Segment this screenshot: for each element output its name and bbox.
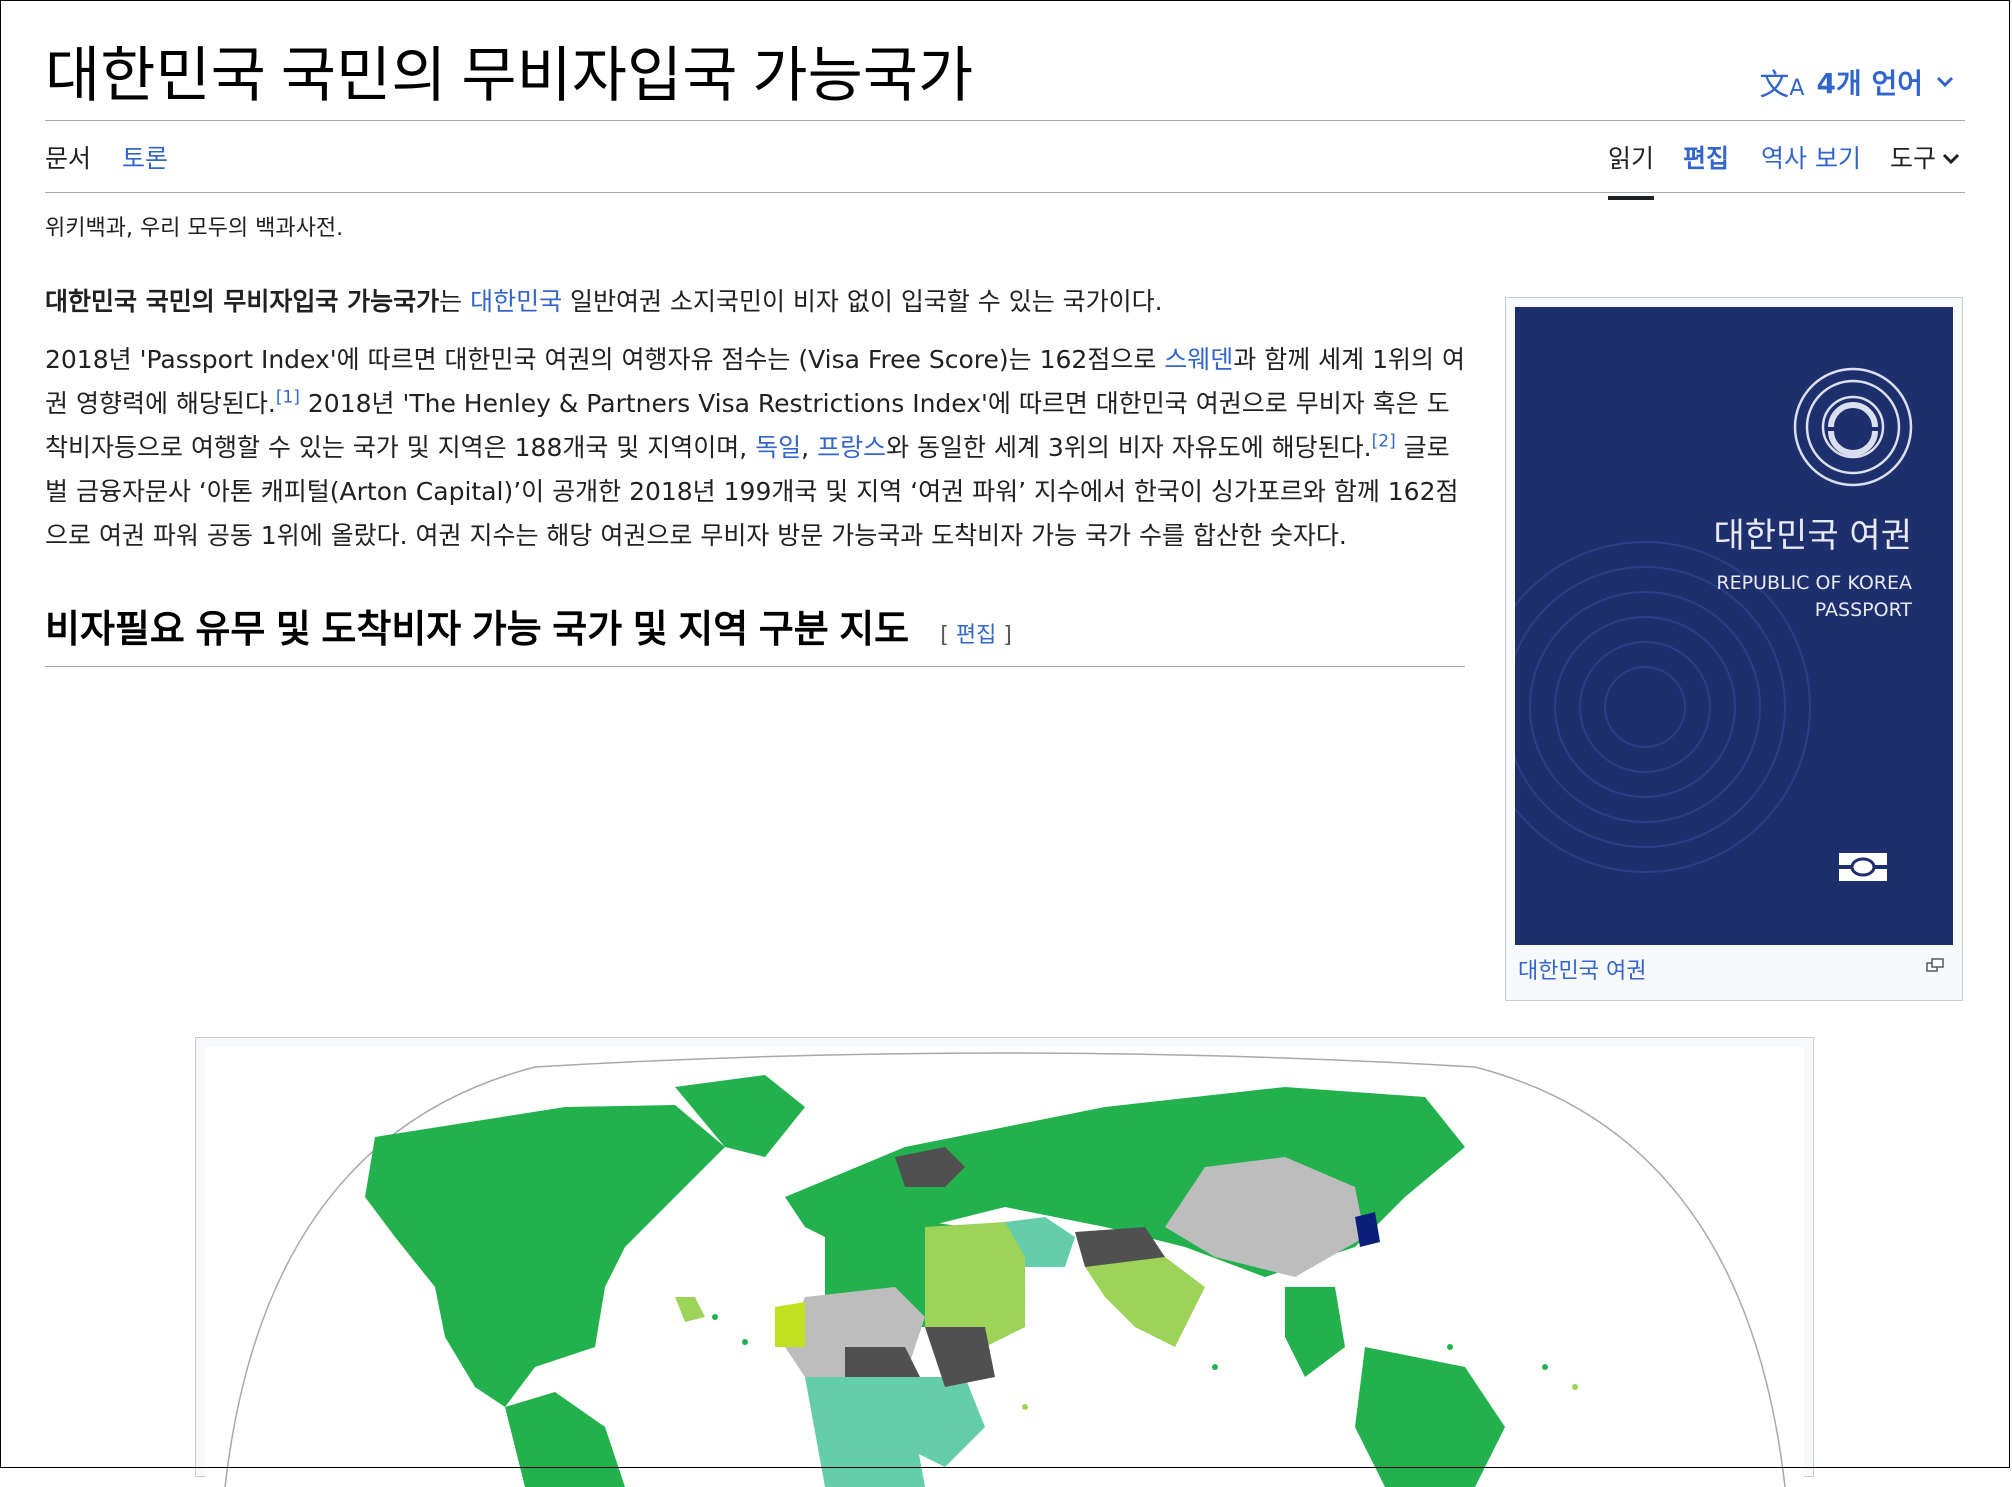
- reference-1[interactable]: [1]: [276, 388, 300, 408]
- section-edit-link[interactable]: 편집: [956, 623, 996, 648]
- world-map-art: [205, 1047, 1804, 1487]
- passport-line2: PASSPORT: [1815, 599, 1913, 621]
- passport-line1: REPUBLIC OF KOREA: [1716, 572, 1912, 594]
- chevron-down-icon: [1936, 76, 1954, 88]
- tab-tools-label: 도구: [1890, 144, 1937, 173]
- article-body: 대한민국 국민의 무비자입국 가능국가는 대한민국 일반여권 소지국민이 비자 …: [45, 280, 1465, 572]
- tab-history[interactable]: 역사 보기: [1761, 142, 1861, 176]
- chevron-down-icon: [1942, 153, 1960, 165]
- tab-talk[interactable]: 토론: [122, 142, 168, 176]
- language-button-label: 4개 언어: [1816, 67, 1923, 100]
- section-edit: [ 편집 ]: [940, 623, 1012, 648]
- section-heading: 비자필요 유무 및 도착비자 가능 국가 및 지역 구분 지도 [ 편집 ]: [45, 600, 1465, 667]
- bracket: ]: [996, 623, 1012, 648]
- infobox: 대한민국 여권 REPUBLIC OF KOREA PASSPORT 대한민국 …: [1505, 297, 1963, 1001]
- link-korea[interactable]: 대한민국: [470, 287, 562, 316]
- text: 와 동일한 세계 3위의 비자 자유도에 해당된다.: [886, 433, 1372, 462]
- translate-icon: 文A: [1759, 68, 1805, 103]
- tab-edit[interactable]: 편집: [1683, 142, 1729, 176]
- passport-title: 대한민국 여권: [1714, 516, 1913, 556]
- reference-2[interactable]: [2]: [1372, 432, 1396, 452]
- world-map[interactable]: [205, 1047, 1804, 1487]
- paragraph-1: 대한민국 국민의 무비자입국 가능국가는 대한민국 일반여권 소지국민이 비자 …: [45, 280, 1465, 324]
- tab-tools[interactable]: 도구: [1890, 142, 1960, 176]
- passport-cover-art: 대한민국 여권 REPUBLIC OF KOREA PASSPORT: [1515, 307, 1953, 945]
- language-button[interactable]: 文A 4개 언어: [1759, 60, 1955, 104]
- title-bar: 대한민국 국민의 무비자입국 가능국가 文A 4개 언어: [45, 36, 1965, 121]
- section-title: 비자필요 유무 및 도착비자 가능 국가 및 지역 구분 지도: [45, 609, 910, 651]
- visa-map-figure: [195, 1037, 1814, 1487]
- infobox-caption[interactable]: 대한민국 여권: [1518, 953, 1646, 985]
- tab-read[interactable]: 읽기: [1608, 142, 1655, 200]
- lead-bold: 대한민국 국민의 무비자입국 가능국가: [45, 287, 440, 316]
- link-france[interactable]: 프랑스: [817, 433, 886, 462]
- enlarge-icon[interactable]: [1926, 958, 1944, 972]
- chip-icon: [1839, 853, 1887, 881]
- link-germany[interactable]: 독일: [755, 433, 801, 462]
- page-title: 대한민국 국민의 무비자입국 가능국가: [45, 43, 974, 109]
- link-sweden[interactable]: 스웨덴: [1164, 345, 1233, 374]
- text: 일반여권 소지국민이 비자 없이 입국할 수 있는 국가이다.: [562, 287, 1163, 316]
- text: 2018년 'Passport Index'에 따르면 대한민국 여권의 여행자…: [45, 345, 1165, 374]
- bracket: [: [940, 623, 956, 648]
- paragraph-2: 2018년 'Passport Index'에 따르면 대한민국 여권의 여행자…: [45, 338, 1465, 558]
- text: ,: [801, 433, 818, 462]
- page-tabs: 문서 토론 읽기 편집 역사 보기 도구: [45, 122, 1965, 200]
- tagline: 위키백과, 우리 모두의 백과사전.: [45, 216, 344, 241]
- text: 는: [439, 287, 471, 316]
- passport-image[interactable]: 대한민국 여권 REPUBLIC OF KOREA PASSPORT: [1515, 307, 1953, 945]
- tab-document[interactable]: 문서: [45, 142, 91, 176]
